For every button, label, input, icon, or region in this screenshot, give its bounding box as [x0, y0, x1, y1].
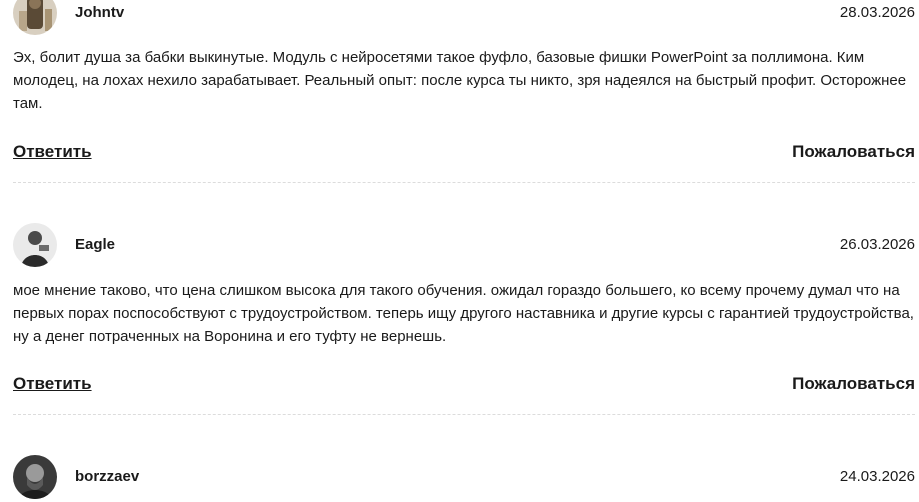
comment-actions: Ответить Пожаловаться	[13, 374, 915, 396]
report-link[interactable]: Пожаловаться	[792, 142, 915, 162]
report-link[interactable]: Пожаловаться	[792, 374, 915, 394]
comment-text: мое мнение таково, что цена слишком высо…	[13, 282, 914, 345]
reply-link[interactable]: Ответить	[13, 142, 92, 162]
comment-divider	[13, 414, 915, 415]
comment-header: borzzaev 24.03.2026	[13, 455, 915, 499]
comment-date: 24.03.2026	[839, 468, 915, 485]
comment-item: Eagle 26.03.2026 мое мнение таково, что …	[13, 223, 915, 415]
comment-divider	[13, 182, 915, 183]
comment-actions: Ответить Пожаловаться	[13, 142, 915, 164]
comment-header: Eagle 26.03.2026	[13, 223, 915, 267]
comment-item: borzzaev 24.03.2026	[13, 455, 915, 499]
comment-date: 28.03.2026	[839, 4, 915, 21]
avatar[interactable]	[13, 455, 57, 499]
reply-link[interactable]: Ответить	[13, 374, 92, 394]
comment-author: Johntv	[75, 4, 125, 21]
comment-item: Johntv 28.03.2026 Эх, болит душа за бабк…	[13, 0, 915, 183]
comment-date: 26.03.2026	[839, 236, 915, 253]
comment-author: borzzaev	[75, 468, 140, 485]
comment-header: Johntv 28.03.2026	[13, 0, 915, 35]
comment-text: Эх, болит душа за бабки выкинутые. Модул…	[13, 49, 907, 112]
comment-author: Eagle	[75, 236, 116, 253]
avatar[interactable]	[13, 223, 57, 267]
avatar[interactable]	[13, 0, 57, 35]
